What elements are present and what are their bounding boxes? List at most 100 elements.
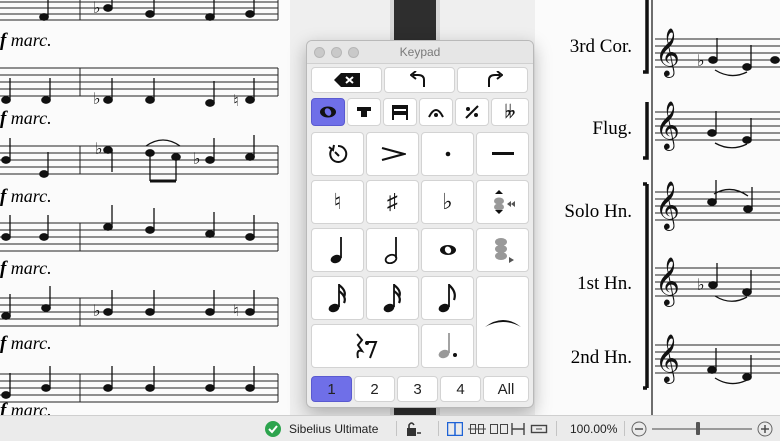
svg-text:♭: ♭ xyxy=(697,51,705,70)
marc-marking: marc. xyxy=(10,186,52,206)
view-spreads-button[interactable] xyxy=(490,416,508,441)
whole-note-icon xyxy=(439,245,456,255)
dynamic-f: f xyxy=(0,400,7,415)
layout-common-notes-button[interactable] xyxy=(311,98,345,126)
layout-tab-3[interactable]: 3 xyxy=(397,376,438,402)
dot-button[interactable] xyxy=(421,324,474,368)
tenuto-button[interactable] xyxy=(476,132,529,176)
keypad-title: Keypad xyxy=(399,45,441,59)
whole-note-button[interactable] xyxy=(421,228,474,272)
redo-button[interactable] xyxy=(457,67,528,93)
undo-button[interactable] xyxy=(384,67,455,93)
svg-text:♮: ♮ xyxy=(233,91,239,110)
layout-beams-button[interactable] xyxy=(383,98,417,126)
marc-marking: marc. xyxy=(10,400,52,415)
svg-text:♭: ♭ xyxy=(697,275,705,294)
marc-marking: marc. xyxy=(10,333,52,353)
voice-swap-icon xyxy=(493,190,515,214)
zoom-in-button[interactable] xyxy=(757,416,773,441)
lock-button[interactable] xyxy=(405,416,423,441)
score-staves-right: 𝄞 𝄞 𝄞 𝄞 𝄞 ♭ ♭ xyxy=(643,0,780,415)
layout-tab-4[interactable]: 4 xyxy=(440,376,481,402)
delete-button[interactable] xyxy=(311,67,382,93)
zoom-slider[interactable] xyxy=(652,416,752,441)
flat-button[interactable]: ♭ xyxy=(421,180,474,224)
redo-icon xyxy=(487,71,503,87)
svg-text:♭: ♭ xyxy=(93,0,101,17)
license-status[interactable]: Sibelius Ultimate xyxy=(265,416,378,441)
eighth-note-button[interactable] xyxy=(421,276,474,320)
layout-accidentals-button[interactable]: 𝄫 xyxy=(491,98,529,126)
keypad-window[interactable]: Keypad 𝄫 ♮ ♯ ♭ 1 2 3 4 All xyxy=(306,40,534,408)
eighth-note-dotted-button[interactable] xyxy=(366,276,419,320)
double-flat-icon: 𝄫 xyxy=(504,101,516,122)
reset-button[interactable] xyxy=(311,132,364,176)
whole-note-icon xyxy=(320,106,336,118)
half-note-button[interactable] xyxy=(366,228,419,272)
tie-button[interactable] xyxy=(476,276,529,368)
layout-tab-2[interactable]: 2 xyxy=(354,376,395,402)
svg-text:♭: ♭ xyxy=(93,89,101,108)
natural-icon: ♮ xyxy=(333,189,342,214)
marc-marking: marc. xyxy=(10,30,52,50)
pages-view-icon xyxy=(490,423,508,434)
layout-tab-all[interactable]: All xyxy=(483,376,529,402)
dynamic-f: f xyxy=(0,258,7,279)
rest-button[interactable] xyxy=(311,324,419,368)
sixteenth-note-button[interactable] xyxy=(311,276,364,320)
chord-button[interactable] xyxy=(476,228,529,272)
repeat-bar-icon xyxy=(465,105,479,119)
sharp-button[interactable]: ♯ xyxy=(366,180,419,224)
view-page-button[interactable] xyxy=(447,416,463,441)
layout-articulations-button[interactable] xyxy=(419,98,453,126)
continuous-view-icon xyxy=(511,422,525,435)
layout-tab-label: All xyxy=(497,380,515,398)
dotted-note-icon xyxy=(438,333,457,359)
checkmark-circle-icon xyxy=(265,420,281,437)
zoom-level[interactable]: 100.00% xyxy=(570,416,617,441)
layout-tab-label: 3 xyxy=(413,380,422,398)
view-multi-button[interactable] xyxy=(468,416,486,441)
fermata-icon xyxy=(428,109,444,118)
zoom-out-button[interactable] xyxy=(631,416,647,441)
staccato-button[interactable] xyxy=(421,132,474,176)
layout-tab-label: 4 xyxy=(456,380,465,398)
lock-icon xyxy=(407,421,421,436)
view-continuous-button[interactable] xyxy=(511,416,525,441)
sharp-icon: ♯ xyxy=(387,189,398,214)
layout-tab-label: 2 xyxy=(370,380,379,398)
dynamic-f: f xyxy=(0,108,7,129)
dynamic-f: f xyxy=(0,333,7,354)
svg-text:𝄞: 𝄞 xyxy=(655,256,680,307)
view-panorama-button[interactable] xyxy=(530,416,548,441)
layout-more-notes-button[interactable] xyxy=(347,98,381,126)
svg-text:𝄞: 𝄞 xyxy=(655,100,680,151)
svg-text:𝄞: 𝄞 xyxy=(655,333,680,384)
undo-icon xyxy=(409,71,425,87)
zoom-slider-thumb[interactable] xyxy=(696,422,700,435)
layout-jazz-button[interactable] xyxy=(455,98,489,126)
quarter-note-button[interactable] xyxy=(311,228,364,272)
marc-marking: marc. xyxy=(10,108,52,128)
svg-text:♭: ♭ xyxy=(95,139,103,158)
dynamic-f: f xyxy=(0,30,7,51)
voice-swap-button[interactable] xyxy=(476,180,529,224)
score-left-page[interactable]: ♭ ♭ ♮ ♭ ♭ ♭ ♮ f marc. f marc. f marc. f marc… xyxy=(0,0,290,415)
accent-button[interactable] xyxy=(366,132,419,176)
tie-icon xyxy=(484,320,521,327)
keypad-titlebar[interactable]: Keypad xyxy=(307,41,533,64)
flat-icon: ♭ xyxy=(442,189,453,214)
page-edge-top xyxy=(390,0,440,40)
status-bar: Sibelius Ultimate 100.00% xyxy=(0,415,780,441)
plus-circle-icon xyxy=(757,421,773,436)
minus-circle-icon xyxy=(631,421,647,436)
svg-text:𝄞: 𝄞 xyxy=(655,180,680,231)
eighth-note-icon xyxy=(438,284,456,313)
layout-tab-1[interactable]: 1 xyxy=(311,376,352,402)
score-right-page[interactable]: 3rd Cor. Flug. Solo Hn. 1st Hn. 2nd Hn. … xyxy=(535,0,780,415)
sixteenth-note-icon xyxy=(328,284,346,313)
svg-text:♭: ♭ xyxy=(193,149,201,168)
natural-button[interactable]: ♮ xyxy=(311,180,364,224)
marc-marking: marc. xyxy=(10,258,52,278)
eighth-note-icon xyxy=(383,284,401,313)
